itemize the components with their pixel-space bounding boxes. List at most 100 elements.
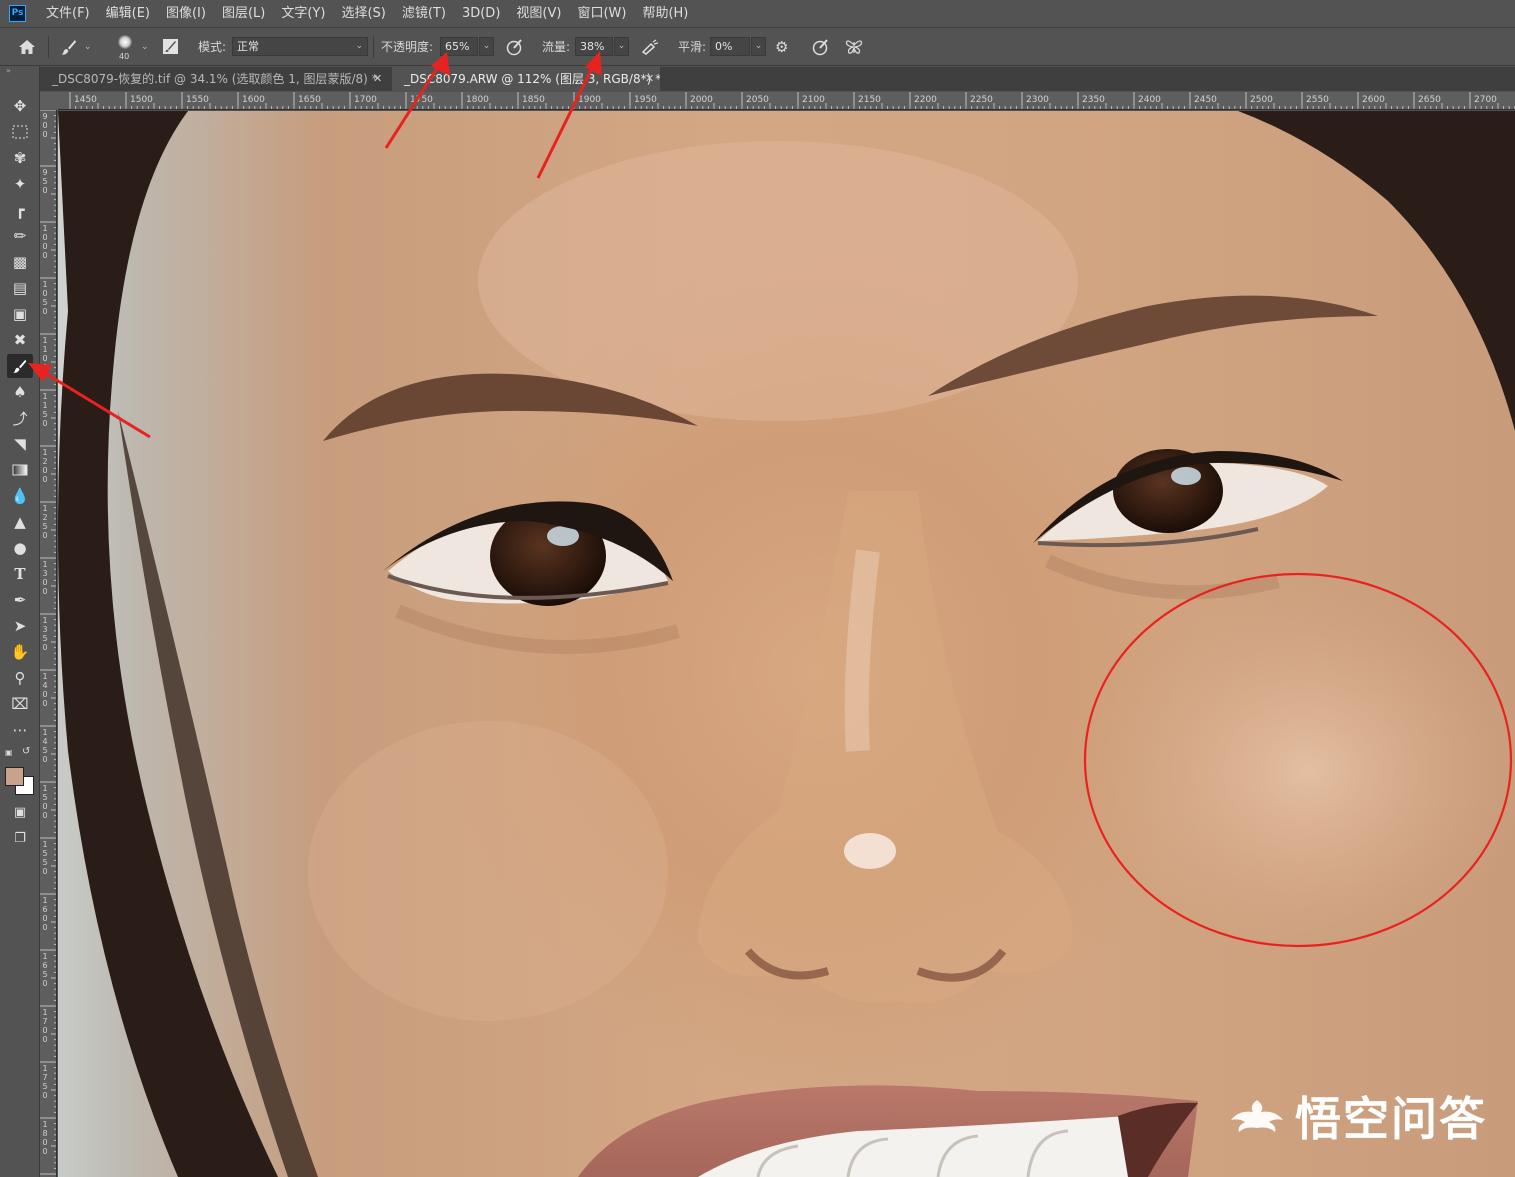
watermark: 悟空问答 [1225, 1083, 1487, 1149]
hand-tool[interactable]: ✋ [7, 640, 33, 664]
triangle-icon: ▲ [14, 513, 26, 531]
crop-icon: ┏ [15, 201, 25, 219]
menu-view[interactable]: 视图(V) [516, 0, 561, 27]
menu-edit[interactable]: 编辑(E) [106, 0, 150, 27]
opacity-value: 65% [445, 40, 470, 53]
path-selection-tool[interactable]: ➤ [7, 614, 33, 638]
vertical-ruler[interactable]: 900 950 1000 1050 1100 1150 1200 1250 13… [40, 110, 57, 1177]
eyedropper-tool[interactable]: ✏ [7, 224, 33, 248]
opacity-slider-toggle[interactable]: ⌄ [479, 37, 494, 56]
pressure-opacity-button[interactable] [506, 28, 524, 65]
default-colors-icon[interactable]: ▣ [5, 748, 13, 757]
screen-mode-button[interactable]: ❐ [7, 826, 33, 850]
dodge-tool[interactable]: ● [7, 536, 33, 560]
crop-tool[interactable]: ┏ [7, 198, 33, 222]
separator [373, 36, 374, 58]
smoothing-options-button[interactable]: ⚙ [775, 28, 788, 65]
eraser-icon: ◥ [14, 435, 26, 453]
airbrush-button[interactable] [641, 28, 659, 65]
collapse-panel-icon[interactable]: » [6, 66, 11, 75]
history-brush-tool[interactable]: ⤴ [7, 406, 33, 430]
menu-bar: Ps 文件(F) 编辑(E) 图像(I) 图层(L) 文字(Y) 选择(S) 滤… [0, 0, 1515, 28]
content-aware-move-icon: ✖ [13, 331, 27, 349]
smoothing-slider-toggle[interactable]: ⌄ [751, 37, 766, 56]
marquee-tool[interactable] [7, 120, 33, 144]
blend-mode-select[interactable]: 正常 ⌄ [232, 37, 368, 56]
ruler-label: 1650 [298, 95, 321, 105]
smoothing-input[interactable]: 0% [710, 37, 750, 56]
butterfly-icon [845, 39, 863, 54]
brush-tool[interactable] [7, 354, 33, 378]
home-button[interactable] [18, 28, 36, 65]
ruler-label: 1850 [522, 95, 545, 105]
symmetry-button[interactable] [845, 28, 863, 65]
chevron-down-icon: ⌄ [141, 41, 149, 52]
gradient-tool[interactable] [7, 458, 33, 482]
lasso-tool[interactable]: ✾ [7, 146, 33, 170]
pen-tool[interactable]: ✒ [7, 588, 33, 612]
separator [48, 36, 49, 58]
quick-mask-button[interactable]: ▣ [7, 800, 33, 824]
sharpen-tool[interactable]: ▲ [7, 510, 33, 534]
bandage-icon: ▩ [12, 253, 28, 271]
eraser-tool[interactable]: ◥ [7, 432, 33, 456]
horizontal-ruler[interactable]: 1450 1500 1550 1600 1650 1700 1750 1800 … [58, 92, 1515, 110]
tab-document-1[interactable]: _DSC8079-恢复的.tif @ 34.1% (选取颜色 1, 图层蒙版/8… [40, 67, 392, 91]
menu-window[interactable]: 窗口(W) [577, 0, 626, 27]
brush-icon [13, 359, 27, 373]
tab-document-2[interactable]: _DSC8079.ARW @ 112% (图层 3, RGB/8*) * [392, 67, 660, 91]
blur-tool[interactable]: 💧 [7, 484, 33, 508]
tool-preset-picker[interactable]: ⌄ [60, 28, 92, 65]
close-icon[interactable]: ✕ [645, 67, 654, 91]
airbrush-icon [641, 38, 659, 55]
watermark-text: 悟空问答 [1295, 1092, 1487, 1146]
menu-filter[interactable]: 滤镜(T) [402, 0, 446, 27]
move-tool[interactable]: ✥ [7, 94, 33, 118]
brush-panel-icon [163, 39, 178, 54]
foreground-color-swatch[interactable] [5, 767, 24, 786]
brush-settings-panel-button[interactable] [162, 28, 179, 65]
clone-stamp-tool[interactable]: ♠ [7, 380, 33, 404]
zoom-tool[interactable]: ⚲ [7, 666, 33, 690]
type-tool[interactable]: T [7, 562, 33, 586]
flow-input[interactable]: 38% [575, 37, 613, 56]
menu-help[interactable]: 帮助(H) [642, 0, 688, 27]
type-icon: T [14, 565, 26, 583]
healing-brush-tool[interactable]: ▤ [7, 276, 33, 300]
ruler-origin[interactable] [40, 92, 58, 110]
menu-3d[interactable]: 3D(D) [462, 0, 500, 27]
menu-type[interactable]: 文字(Y) [281, 0, 325, 27]
swap-colors-icon[interactable]: ↺ [22, 746, 30, 757]
dodge-icon: ● [13, 539, 27, 557]
content-aware-tool[interactable]: ▣ [7, 302, 33, 326]
chevron-down-icon: ⌄ [84, 41, 92, 52]
flow-slider-toggle[interactable]: ⌄ [614, 37, 629, 56]
ruler-label: 1550 [42, 840, 48, 876]
ruler-label: 2150 [858, 95, 881, 105]
options-bar: ⌄ 40 ⌄ 模式: 正常 ⌄ 不透明度: 65% ⌄ 流量: 38% ⌄ 平滑… [0, 28, 1515, 66]
spot-healing-tool[interactable]: ▩ [7, 250, 33, 274]
pen-icon: ✒ [13, 591, 27, 609]
menu-image[interactable]: 图像(I) [166, 0, 206, 27]
pressure-size-button[interactable] [812, 28, 830, 65]
screen-mode-icon: ❐ [14, 830, 26, 846]
ruler-label: 1100 [42, 336, 48, 372]
menu-file[interactable]: 文件(F) [46, 0, 90, 27]
ruler-label: 1250 [42, 504, 48, 540]
brush-preset-picker[interactable]: 40 ⌄ [115, 28, 149, 65]
menu-select[interactable]: 选择(S) [341, 0, 385, 27]
magic-wand-tool[interactable]: ✦ [7, 172, 33, 196]
menu-layer[interactable]: 图层(L) [222, 0, 265, 27]
opacity-label: 不透明度: [381, 40, 434, 54]
lasso-icon: ✾ [13, 149, 27, 167]
document-canvas[interactable]: 悟空问答 [58, 111, 1515, 1177]
ruler-label: 900 [42, 112, 48, 139]
ruler-label: 2050 [746, 95, 769, 105]
close-icon[interactable]: ✕ [373, 67, 382, 91]
frame-tool[interactable]: ⌧ [7, 692, 33, 716]
ruler-label: 1950 [634, 95, 657, 105]
edit-toolbar-button[interactable]: ⋯ [7, 718, 33, 742]
ruler-label: 2300 [1026, 95, 1049, 105]
content-aware-move-tool[interactable]: ✖ [7, 328, 33, 352]
opacity-input[interactable]: 65% [440, 37, 478, 56]
